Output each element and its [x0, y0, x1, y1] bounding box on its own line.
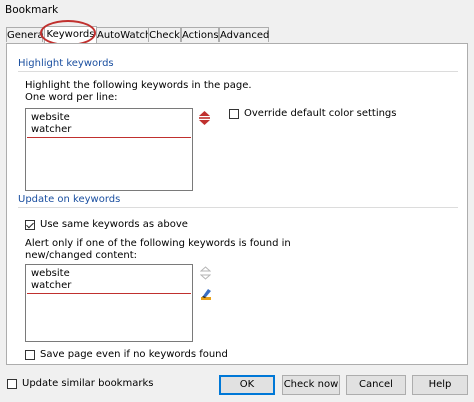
override-color-option[interactable]: Override default color settings [229, 108, 397, 120]
save-page-option[interactable]: Save page even if no keywords found [25, 349, 228, 361]
tab-advanced[interactable]: Advanced [219, 27, 269, 42]
tab-check-label: Check [149, 30, 180, 41]
use-same-option[interactable]: Use same keywords as above [25, 219, 188, 231]
alert-color-line [27, 293, 191, 294]
override-color-checkbox[interactable] [229, 109, 239, 119]
highlight-keyword-1: website [31, 112, 70, 123]
update-section-title: Update on keywords [18, 194, 121, 205]
tab-autowatch[interactable]: AutoWatch [96, 27, 152, 42]
tab-general[interactable]: General [6, 27, 47, 42]
tab-autowatch-label: AutoWatch [97, 30, 152, 41]
highlight-keyword-2: watcher [31, 124, 72, 135]
tab-strip: General Keywords AutoWatch Check Actions… [6, 26, 276, 43]
highlight-instructions-1: Highlight the following keywords in the … [25, 80, 252, 91]
alert-instructions-2: new/changed content: [25, 250, 138, 261]
update-similar-option[interactable]: Update similar bookmarks [7, 378, 153, 390]
highlight-color-line [27, 137, 191, 138]
tab-keywords-label: Keywords [46, 29, 95, 40]
alert-keyword-2: watcher [31, 280, 72, 291]
highlight-section-title: Highlight keywords [18, 58, 114, 69]
update-similar-label: Update similar bookmarks [22, 378, 154, 389]
tab-check[interactable]: Check [148, 27, 181, 42]
tab-actions-label: Actions [182, 30, 219, 41]
override-color-label: Override default color settings [244, 108, 397, 119]
update-similar-checkbox[interactable] [7, 379, 17, 389]
window-title: Bookmark [5, 4, 59, 16]
ok-button[interactable]: OK [219, 375, 275, 395]
use-same-checkbox[interactable] [25, 220, 35, 230]
highlighter-icon[interactable] [199, 287, 213, 301]
cancel-button[interactable]: Cancel [346, 375, 406, 395]
alert-instructions-1: Alert only if one of the following keywo… [25, 238, 291, 249]
alert-keywords-textarea[interactable]: website watcher [25, 264, 193, 342]
highlight-divider [18, 71, 458, 72]
tab-advanced-label: Advanced [220, 30, 270, 41]
check-now-button[interactable]: Check now [282, 375, 340, 395]
help-button[interactable]: Help [412, 375, 468, 395]
tab-actions[interactable]: Actions [181, 27, 219, 42]
use-same-label: Use same keywords as above [40, 219, 188, 230]
update-divider [18, 207, 458, 208]
save-page-checkbox[interactable] [25, 350, 35, 360]
highlight-instructions-2: One word per line: [25, 92, 118, 103]
color-picker-icon[interactable] [198, 110, 211, 126]
save-page-label: Save page even if no keywords found [40, 349, 228, 360]
keywords-panel: Highlight keywords Highlight the followi… [6, 43, 468, 365]
tab-keywords[interactable]: Keywords [44, 26, 97, 43]
color-picker-disabled-icon [199, 266, 212, 280]
tab-general-label: General [7, 30, 47, 41]
alert-keyword-1: website [31, 268, 70, 279]
highlight-keywords-textarea[interactable]: website watcher [25, 108, 193, 191]
